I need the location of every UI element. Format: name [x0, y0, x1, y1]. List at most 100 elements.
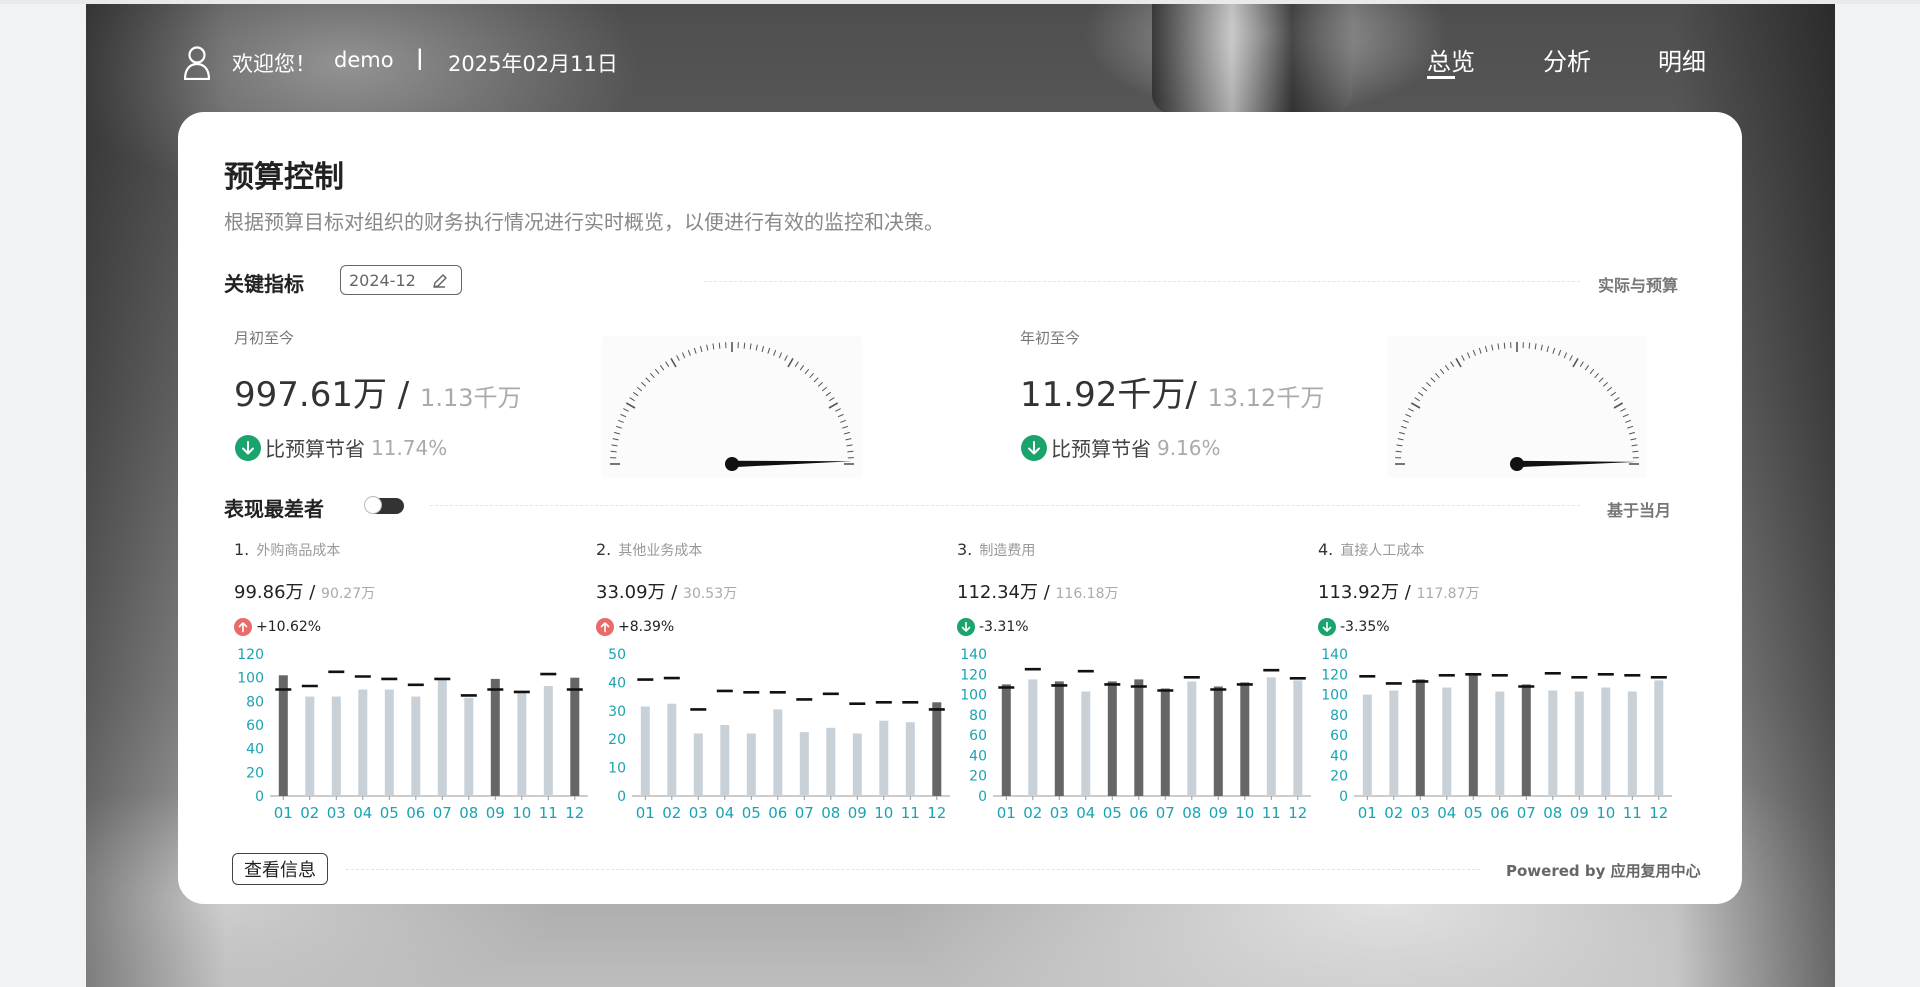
arrow-down-icon — [1318, 618, 1336, 636]
x-tick-label: 11 — [1623, 804, 1642, 822]
item-change: -3.31% — [979, 619, 1029, 635]
y-tick-label: 0 — [255, 789, 264, 805]
actual-bar — [517, 693, 527, 796]
y-tick-label: 30 — [608, 704, 626, 720]
worst-performers-title: 表现最差者 — [224, 497, 324, 521]
mtd-label: 月初至今 — [234, 329, 295, 347]
x-tick-label: 06 — [768, 804, 787, 822]
worst-item-rank: 4. 直接人工成本 — [1318, 540, 1424, 560]
section-divider — [704, 281, 1580, 282]
x-tick-label: 02 — [300, 804, 319, 822]
mtd-value: 997.61万 / 1.13千万 — [234, 367, 521, 416]
user-icon[interactable] — [183, 46, 211, 80]
x-tick-label: 10 — [874, 804, 893, 822]
x-tick-label: 11 — [901, 804, 920, 822]
gauge-plate — [602, 336, 862, 478]
based-on-month-label: 基于当月 — [1607, 501, 1672, 520]
y-tick-label: 140 — [960, 647, 987, 663]
view-info-button[interactable]: 查看信息 — [232, 853, 328, 885]
y-tick-label: 60 — [246, 718, 264, 734]
y-tick-label: 40 — [1330, 748, 1348, 764]
period-value: 2024-12 — [349, 270, 416, 290]
y-tick-label: 140 — [1321, 647, 1348, 663]
x-tick-label: 02 — [1023, 804, 1042, 822]
x-tick-label: 05 — [742, 804, 761, 822]
x-tick-label: 08 — [821, 804, 840, 822]
actual-bar — [358, 689, 368, 796]
actual-bar — [411, 696, 421, 796]
x-tick-label: 08 — [1182, 804, 1201, 822]
item-actual: 99.86万 — [234, 582, 304, 603]
x-tick-label: 09 — [486, 804, 505, 822]
actual-bar — [384, 689, 394, 796]
arrow-down-icon — [1021, 434, 1047, 461]
worst-item-value: 112.34万 / 116.18万 — [957, 578, 1119, 604]
page-title: 预算控制 — [224, 160, 344, 195]
key-metrics-title: 关键指标 — [224, 272, 304, 296]
x-tick-label: 09 — [1570, 804, 1589, 822]
tab-active-indicator — [1427, 76, 1455, 79]
mtd-gauge — [602, 336, 862, 478]
worst-item-value: 113.92万 / 117.87万 — [1318, 578, 1480, 604]
tab-analysis[interactable]: 分析 — [1543, 42, 1591, 77]
tab-details[interactable]: 明细 — [1658, 42, 1706, 77]
x-tick-label: 07 — [1517, 804, 1536, 822]
actual-bar — [1495, 691, 1505, 796]
mtd-actual: 997.61万 — [234, 375, 387, 415]
worst-item-change: -3.35% — [1318, 618, 1390, 636]
item-slash: / — [303, 582, 322, 603]
y-tick-label: 20 — [608, 732, 626, 748]
page-subtitle: 根据预算目标对组织的财务执行情况进行实时概览，以便进行有效的监控和决策。 — [224, 210, 944, 234]
actual-bar — [1266, 677, 1276, 796]
item-change: -3.35% — [1340, 619, 1390, 635]
actual-bar — [1468, 673, 1478, 796]
x-tick-label: 06 — [1129, 804, 1148, 822]
worst-item-rank: 3. 制造费用 — [957, 540, 1035, 560]
x-tick-label: 04 — [353, 804, 372, 822]
powered-by: Powered by 应用复用中心 — [1506, 862, 1701, 880]
actual-bar — [464, 697, 474, 796]
actual-bar — [852, 733, 862, 796]
actual-bar — [905, 722, 915, 796]
actual-bar — [437, 680, 447, 796]
actual-bar — [490, 678, 500, 796]
actual-bar — [1028, 679, 1038, 796]
header-separator: | — [416, 46, 424, 70]
background-object — [1152, 4, 1352, 114]
item-actual: 33.09万 — [596, 582, 666, 603]
x-tick-label: 08 — [459, 804, 478, 822]
y-tick-label: 10 — [608, 761, 626, 777]
rank-number: 2. — [596, 540, 612, 559]
ytd-slash: / — [1185, 375, 1208, 415]
x-tick-label: 04 — [715, 804, 734, 822]
x-tick-label: 10 — [1596, 804, 1615, 822]
x-tick-label: 06 — [406, 804, 425, 822]
y-tick-label: 40 — [246, 742, 264, 758]
item-actual: 113.92万 — [1318, 582, 1399, 603]
gauge-tick — [610, 450, 617, 453]
x-tick-label: 01 — [1358, 804, 1377, 822]
worst-toggle-switch[interactable] — [364, 496, 404, 514]
actual-bar — [1442, 687, 1452, 796]
actual-bar — [331, 696, 341, 796]
x-tick-label: 05 — [380, 804, 399, 822]
ytd-value: 11.92千万/ 13.12千万 — [1020, 367, 1324, 416]
y-tick-label: 0 — [617, 789, 626, 805]
x-tick-label: 11 — [539, 804, 558, 822]
arrow-down-icon — [957, 618, 975, 636]
item-name: 制造费用 — [979, 543, 1036, 559]
period-picker[interactable]: 2024-12 — [340, 265, 462, 295]
gauge-hub — [725, 457, 739, 471]
worst-item-rank: 1. 外购商品成本 — [234, 540, 340, 560]
current-date: 2025年02月11日 — [448, 52, 618, 76]
y-tick-label: 80 — [1330, 708, 1348, 724]
item-name: 外购商品成本 — [256, 543, 341, 559]
gauge-tick — [1528, 342, 1531, 349]
tab-overview[interactable]: 总览 — [1427, 42, 1475, 77]
actual-bar — [278, 675, 288, 796]
x-tick-label: 12 — [1649, 804, 1668, 822]
actual-bar — [1654, 680, 1664, 796]
gauge-tick — [743, 342, 746, 349]
ytd-actual: 11.92千万 — [1020, 375, 1186, 415]
mtd-slash: / — [386, 375, 421, 415]
